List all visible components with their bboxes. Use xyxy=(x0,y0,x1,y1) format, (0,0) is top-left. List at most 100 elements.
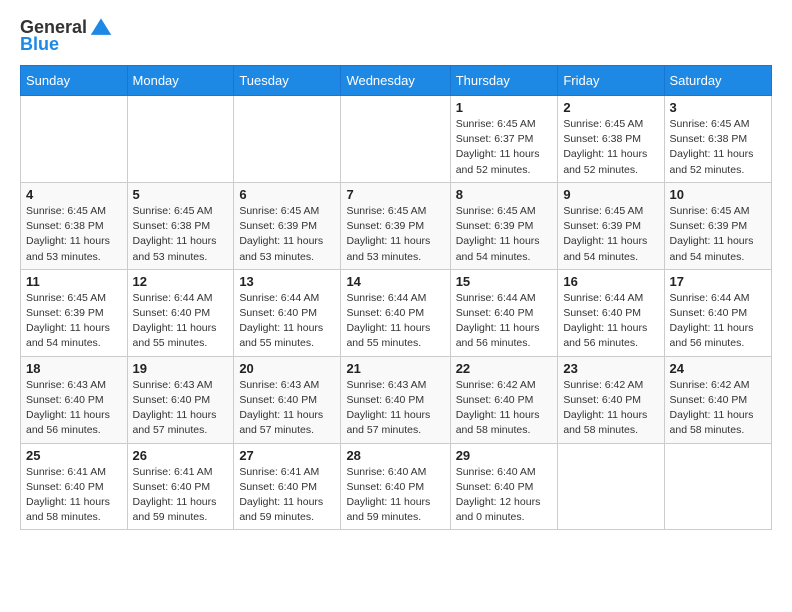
day-number: 10 xyxy=(670,187,766,202)
day-detail: Sunrise: 6:45 AM Sunset: 6:38 PM Dayligh… xyxy=(670,117,766,178)
calendar-cell: 19 Sunrise: 6:43 AM Sunset: 6:40 PM Dayli… xyxy=(127,356,234,443)
day-detail: Sunrise: 6:44 AM Sunset: 6:40 PM Dayligh… xyxy=(133,291,229,352)
day-number: 18 xyxy=(26,361,122,376)
day-number: 16 xyxy=(563,274,658,289)
day-number: 24 xyxy=(670,361,766,376)
calendar-cell: 20 Sunrise: 6:43 AM Sunset: 6:40 PM Dayli… xyxy=(234,356,341,443)
day-number: 8 xyxy=(456,187,553,202)
calendar-cell: 28 Sunrise: 6:40 AM Sunset: 6:40 PM Dayli… xyxy=(341,443,450,530)
calendar-cell: 17 Sunrise: 6:44 AM Sunset: 6:40 PM Dayli… xyxy=(664,269,771,356)
day-detail: Sunrise: 6:42 AM Sunset: 6:40 PM Dayligh… xyxy=(456,378,553,439)
day-number: 11 xyxy=(26,274,122,289)
day-number: 20 xyxy=(239,361,335,376)
calendar-week-row: 18 Sunrise: 6:43 AM Sunset: 6:40 PM Dayli… xyxy=(21,356,772,443)
calendar-cell: 24 Sunrise: 6:42 AM Sunset: 6:40 PM Dayli… xyxy=(664,356,771,443)
day-detail: Sunrise: 6:45 AM Sunset: 6:38 PM Dayligh… xyxy=(133,204,229,265)
calendar-cell: 15 Sunrise: 6:44 AM Sunset: 6:40 PM Dayli… xyxy=(450,269,558,356)
calendar-cell: 25 Sunrise: 6:41 AM Sunset: 6:40 PM Dayli… xyxy=(21,443,128,530)
day-detail: Sunrise: 6:41 AM Sunset: 6:40 PM Dayligh… xyxy=(239,465,335,526)
calendar-table: SundayMondayTuesdayWednesdayThursdayFrid… xyxy=(20,65,772,530)
day-detail: Sunrise: 6:43 AM Sunset: 6:40 PM Dayligh… xyxy=(133,378,229,439)
calendar-week-row: 4Sunrise: 6:45 AM Sunset: 6:38 PM Daylig… xyxy=(21,182,772,269)
day-number: 25 xyxy=(26,448,122,463)
day-detail: Sunrise: 6:45 AM Sunset: 6:39 PM Dayligh… xyxy=(670,204,766,265)
calendar-cell: 18Sunrise: 6:43 AM Sunset: 6:40 PM Dayli… xyxy=(21,356,128,443)
day-number: 21 xyxy=(346,361,444,376)
logo: General Blue xyxy=(20,16,112,55)
column-header-thursday: Thursday xyxy=(450,66,558,96)
day-detail: Sunrise: 6:45 AM Sunset: 6:39 PM Dayligh… xyxy=(239,204,335,265)
day-detail: Sunrise: 6:40 AM Sunset: 6:40 PM Dayligh… xyxy=(346,465,444,526)
day-detail: Sunrise: 6:43 AM Sunset: 6:40 PM Dayligh… xyxy=(346,378,444,439)
day-detail: Sunrise: 6:45 AM Sunset: 6:38 PM Dayligh… xyxy=(26,204,122,265)
day-detail: Sunrise: 6:45 AM Sunset: 6:39 PM Dayligh… xyxy=(346,204,444,265)
calendar-cell: 9 Sunrise: 6:45 AM Sunset: 6:39 PM Daylig… xyxy=(558,182,664,269)
day-number: 23 xyxy=(563,361,658,376)
calendar-cell: 26 Sunrise: 6:41 AM Sunset: 6:40 PM Dayli… xyxy=(127,443,234,530)
calendar-cell: 21 Sunrise: 6:43 AM Sunset: 6:40 PM Dayli… xyxy=(341,356,450,443)
column-header-tuesday: Tuesday xyxy=(234,66,341,96)
day-number: 13 xyxy=(239,274,335,289)
day-detail: Sunrise: 6:43 AM Sunset: 6:40 PM Dayligh… xyxy=(239,378,335,439)
calendar-cell: 29 Sunrise: 6:40 AM Sunset: 6:40 PM Dayli… xyxy=(450,443,558,530)
day-detail: Sunrise: 6:45 AM Sunset: 6:39 PM Dayligh… xyxy=(563,204,658,265)
day-detail: Sunrise: 6:44 AM Sunset: 6:40 PM Dayligh… xyxy=(346,291,444,352)
page-header: General Blue xyxy=(20,16,772,55)
calendar-cell: 1Sunrise: 6:45 AM Sunset: 6:37 PM Daylig… xyxy=(450,96,558,183)
day-detail: Sunrise: 6:45 AM Sunset: 6:38 PM Dayligh… xyxy=(563,117,658,178)
calendar-cell: 23Sunrise: 6:42 AM Sunset: 6:40 PM Dayli… xyxy=(558,356,664,443)
column-header-wednesday: Wednesday xyxy=(341,66,450,96)
day-number: 17 xyxy=(670,274,766,289)
calendar-cell: 10 Sunrise: 6:45 AM Sunset: 6:39 PM Dayli… xyxy=(664,182,771,269)
day-number: 2 xyxy=(563,100,658,115)
day-number: 15 xyxy=(456,274,553,289)
day-detail: Sunrise: 6:45 AM Sunset: 6:39 PM Dayligh… xyxy=(456,204,553,265)
calendar-cell xyxy=(21,96,128,183)
column-header-sunday: Sunday xyxy=(21,66,128,96)
day-detail: Sunrise: 6:45 AM Sunset: 6:39 PM Dayligh… xyxy=(26,291,122,352)
calendar-week-row: 25 Sunrise: 6:41 AM Sunset: 6:40 PM Dayli… xyxy=(21,443,772,530)
column-header-friday: Friday xyxy=(558,66,664,96)
logo-text-blue: Blue xyxy=(20,34,59,55)
column-header-monday: Monday xyxy=(127,66,234,96)
day-detail: Sunrise: 6:41 AM Sunset: 6:40 PM Dayligh… xyxy=(26,465,122,526)
calendar-cell: 16 Sunrise: 6:44 AM Sunset: 6:40 PM Dayli… xyxy=(558,269,664,356)
calendar-cell: 6 Sunrise: 6:45 AM Sunset: 6:39 PM Daylig… xyxy=(234,182,341,269)
calendar-cell: 2 Sunrise: 6:45 AM Sunset: 6:38 PM Daylig… xyxy=(558,96,664,183)
calendar-week-row: 1Sunrise: 6:45 AM Sunset: 6:37 PM Daylig… xyxy=(21,96,772,183)
day-number: 29 xyxy=(456,448,553,463)
column-header-saturday: Saturday xyxy=(664,66,771,96)
day-number: 9 xyxy=(563,187,658,202)
calendar-cell: 3 Sunrise: 6:45 AM Sunset: 6:38 PM Daylig… xyxy=(664,96,771,183)
logo-icon xyxy=(90,16,112,38)
calendar-cell: 4Sunrise: 6:45 AM Sunset: 6:38 PM Daylig… xyxy=(21,182,128,269)
day-number: 19 xyxy=(133,361,229,376)
calendar-cell: 5Sunrise: 6:45 AM Sunset: 6:38 PM Daylig… xyxy=(127,182,234,269)
day-number: 7 xyxy=(346,187,444,202)
calendar-cell: 12 Sunrise: 6:44 AM Sunset: 6:40 PM Dayli… xyxy=(127,269,234,356)
day-number: 3 xyxy=(670,100,766,115)
day-number: 28 xyxy=(346,448,444,463)
day-number: 12 xyxy=(133,274,229,289)
day-detail: Sunrise: 6:44 AM Sunset: 6:40 PM Dayligh… xyxy=(456,291,553,352)
day-detail: Sunrise: 6:40 AM Sunset: 6:40 PM Dayligh… xyxy=(456,465,553,526)
day-detail: Sunrise: 6:44 AM Sunset: 6:40 PM Dayligh… xyxy=(563,291,658,352)
calendar-cell xyxy=(341,96,450,183)
calendar-cell: 8 Sunrise: 6:45 AM Sunset: 6:39 PM Daylig… xyxy=(450,182,558,269)
day-detail: Sunrise: 6:44 AM Sunset: 6:40 PM Dayligh… xyxy=(670,291,766,352)
day-number: 26 xyxy=(133,448,229,463)
day-detail: Sunrise: 6:44 AM Sunset: 6:40 PM Dayligh… xyxy=(239,291,335,352)
day-detail: Sunrise: 6:42 AM Sunset: 6:40 PM Dayligh… xyxy=(670,378,766,439)
calendar-cell: 14 Sunrise: 6:44 AM Sunset: 6:40 PM Dayli… xyxy=(341,269,450,356)
day-number: 14 xyxy=(346,274,444,289)
day-number: 6 xyxy=(239,187,335,202)
calendar-week-row: 11 Sunrise: 6:45 AM Sunset: 6:39 PM Dayli… xyxy=(21,269,772,356)
logo-container: General Blue xyxy=(20,16,112,55)
day-detail: Sunrise: 6:41 AM Sunset: 6:40 PM Dayligh… xyxy=(133,465,229,526)
calendar-cell: 7 Sunrise: 6:45 AM Sunset: 6:39 PM Daylig… xyxy=(341,182,450,269)
day-number: 27 xyxy=(239,448,335,463)
calendar-cell xyxy=(127,96,234,183)
day-number: 1 xyxy=(456,100,553,115)
calendar-cell: 11 Sunrise: 6:45 AM Sunset: 6:39 PM Dayli… xyxy=(21,269,128,356)
calendar-cell xyxy=(664,443,771,530)
